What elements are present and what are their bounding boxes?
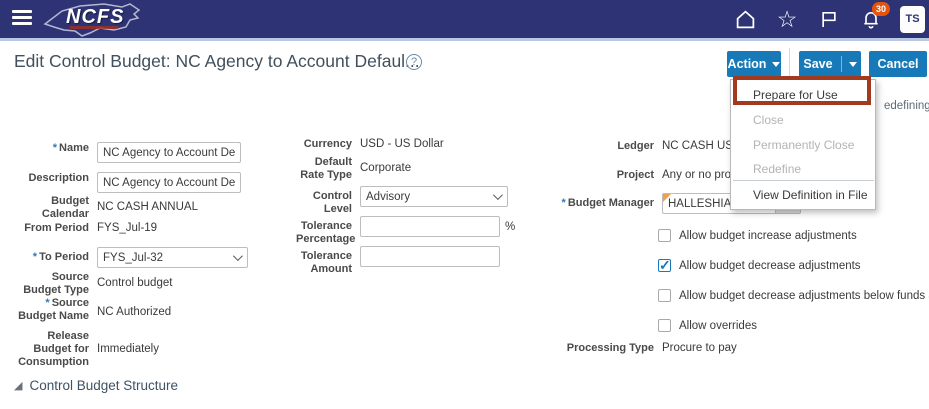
page-title: Edit Control Budget: NC Agency to Accoun…	[14, 51, 420, 72]
to-period-select[interactable]: FYS_Jul-32	[97, 247, 248, 268]
checkbox-allow-budget-decrease: Allow budget decrease adjustments	[658, 259, 861, 272]
name-input[interactable]	[97, 142, 241, 163]
control-level-select[interactable]: Advisory	[360, 186, 508, 207]
logo-tagline-bar	[70, 26, 118, 29]
field-release-budget: Release Budget for Consumption Immediate…	[14, 330, 159, 369]
header-divider	[0, 38, 929, 41]
top-navigation-bar: NCFS ☆ 30 TS	[0, 0, 929, 38]
checkbox[interactable]	[658, 289, 671, 302]
release-budget-value: Immediately	[97, 343, 159, 356]
default-rate-type-value: Corporate	[360, 162, 411, 175]
hamburger-menu-icon[interactable]	[12, 10, 32, 27]
action-dropdown-menu: Prepare for Use Close Permanently Close …	[730, 79, 876, 210]
menu-divider	[733, 180, 874, 181]
menu-item-view-definition-in-file[interactable]: View Definition in File	[731, 188, 875, 202]
source-budget-type-value: Control budget	[97, 277, 172, 290]
field-from-period: From Period FYS_Jul-19	[14, 222, 157, 235]
field-default-rate-type: Default Rate Type Corporate	[296, 156, 411, 182]
user-avatar[interactable]: TS	[900, 6, 925, 33]
field-processing-type: Processing Type Procure to pay	[540, 342, 737, 355]
field-tolerance-amount: Tolerance Amount	[296, 246, 500, 276]
field-source-budget-type: Source Budget Type Control budget	[14, 271, 172, 297]
processing-type-value: Procure to pay	[662, 342, 737, 355]
field-project: Project Any or no proj	[540, 169, 734, 182]
favorites-star-icon[interactable]: ☆	[774, 6, 800, 32]
field-description: Description	[14, 172, 241, 193]
currency-value: USD - US Dollar	[360, 138, 444, 151]
menu-item-prepare-for-use[interactable]: Prepare for Use	[731, 88, 875, 102]
from-period-value: FYS_Jul-19	[97, 222, 157, 235]
tolerance-amount-input[interactable]	[360, 246, 500, 267]
field-to-period: *To Period FYS_Jul-32	[14, 247, 248, 268]
clipped-background-text: edefining	[884, 100, 929, 112]
percent-suffix: %	[505, 221, 515, 233]
toolbar-separator	[789, 48, 790, 79]
action-button[interactable]: Action	[727, 51, 781, 77]
source-budget-name-value: NC Authorized	[97, 306, 171, 319]
field-currency: Currency USD - US Dollar	[296, 138, 444, 151]
control-budget-structure-section[interactable]: ◢ Control Budget Structure	[14, 378, 178, 393]
field-name: *Name	[14, 142, 241, 163]
save-button[interactable]: Save	[799, 51, 861, 77]
budget-calendar-value: NC CASH ANNUAL	[97, 201, 198, 214]
menu-item-close: Close	[731, 113, 875, 127]
flag-icon[interactable]	[816, 6, 842, 32]
ledger-value: NC CASH US	[662, 140, 733, 153]
field-source-budget-name: *Source Budget Name NC Authorized	[14, 297, 171, 323]
cancel-button[interactable]: Cancel	[869, 51, 927, 77]
menu-item-permanently-close: Permanently Close	[731, 138, 875, 152]
save-dropdown-icon[interactable]	[849, 62, 857, 67]
disclosure-triangle-icon: ◢	[14, 379, 22, 393]
chevron-down-icon	[233, 251, 243, 261]
tolerance-percentage-input[interactable]	[360, 216, 500, 237]
home-icon[interactable]	[732, 6, 758, 32]
app-logo[interactable]: NCFS	[42, 0, 162, 40]
field-control-level: Control Level Advisory	[296, 186, 508, 216]
chevron-down-icon	[493, 190, 503, 200]
field-ledger: Ledger NC CASH US	[540, 140, 733, 153]
menu-item-redefine: Redefine	[731, 162, 875, 176]
modified-field-indicator	[663, 194, 671, 202]
checkbox-allow-overrides: Allow overrides	[658, 319, 757, 332]
project-value: Any or no proj	[662, 169, 734, 182]
checkbox[interactable]	[658, 229, 671, 242]
checkbox[interactable]	[658, 319, 671, 332]
chevron-down-icon	[772, 62, 780, 67]
edit-control-budget-page: NCFS ☆ 30 TS Edit Control Budget: NC Age…	[0, 0, 929, 409]
notification-count-badge: 30	[872, 2, 890, 16]
save-split-divider	[841, 56, 842, 72]
field-budget-calendar: Budget Calendar NC CASH ANNUAL	[14, 195, 198, 221]
checkbox-checked[interactable]	[658, 259, 671, 272]
notifications-bell-icon[interactable]: 30	[858, 6, 884, 32]
checkbox-allow-budget-increase: Allow budget increase adjustments	[658, 229, 857, 242]
checkbox-allow-decrease-below-funds: Allow budget decrease adjustments below …	[658, 289, 929, 302]
help-icon[interactable]: ?	[406, 54, 422, 70]
field-tolerance-percentage: Tolerance Percentage %	[296, 216, 515, 246]
description-input[interactable]	[97, 172, 241, 193]
